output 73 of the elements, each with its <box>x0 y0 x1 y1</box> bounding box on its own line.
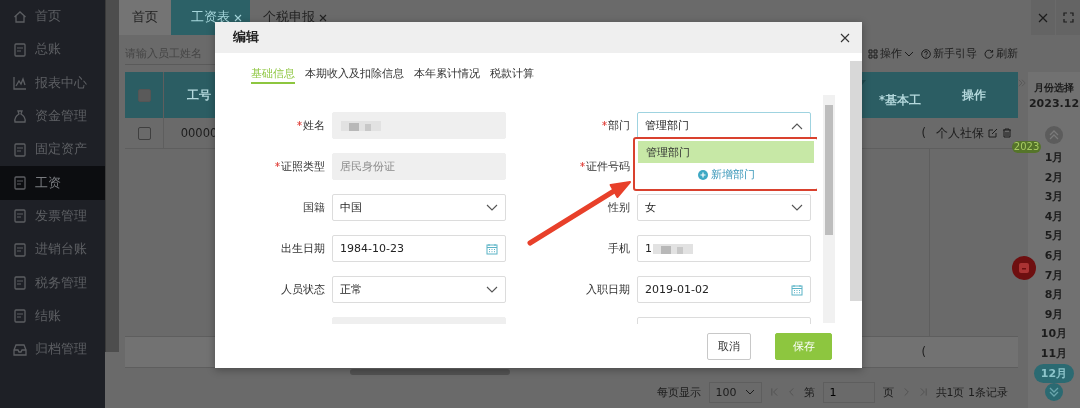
field-label: 证件号码 <box>586 159 630 174</box>
page-label: 第 <box>803 384 815 400</box>
tab[interactable]: 本年累计情况 <box>414 67 480 82</box>
page-input[interactable]: 1 <box>822 381 875 403</box>
field-label: 部门 <box>608 118 630 133</box>
sidebar-item[interactable]: 总账 <box>0 33 105 67</box>
sidebar-label: 首页 <box>35 8 61 26</box>
select-field[interactable]: 女 <box>637 194 811 221</box>
select-field[interactable]: 管理部门 <box>637 112 811 139</box>
sidebar-label: 总账 <box>35 41 61 59</box>
sidebar-item[interactable]: 工资 <box>0 166 105 200</box>
toolbar-button[interactable]: 操作 <box>868 46 914 61</box>
sidebar-item[interactable]: 资金管理 <box>0 99 105 134</box>
month-item[interactable]: 7月 <box>1037 265 1071 286</box>
month-item[interactable]: 2月 <box>1037 167 1071 188</box>
sidebar-item[interactable]: 报表中心 <box>0 66 105 100</box>
month-item[interactable]: 3月 <box>1037 187 1071 207</box>
sidebar-item[interactable]: 发票管理 <box>0 199 105 234</box>
sidebar-label: 资金管理 <box>35 108 87 126</box>
sidebar-label: 发票管理 <box>35 207 87 225</box>
sidebar-item[interactable]: 税务管理 <box>0 266 105 300</box>
toolbar-button[interactable]: 新手引导 <box>921 46 977 61</box>
select-field[interactable]: 中国 <box>332 194 506 221</box>
toolbar-button[interactable]: 刷新 <box>984 46 1018 61</box>
add-department-link[interactable]: 新增部门 <box>638 163 814 187</box>
field-label: 证照类型 <box>281 159 325 174</box>
select-field[interactable]: 正常 <box>332 276 506 303</box>
sidebar-item[interactable]: 结账 <box>0 299 105 333</box>
save-button[interactable]: 保存 <box>775 332 832 360</box>
cancel-button[interactable]: 取消 <box>707 332 751 360</box>
table-cell-text: ( <box>920 345 927 359</box>
page-summary: 共1页 1条记录 <box>935 384 1008 400</box>
tab[interactable]: 基础信息 <box>251 67 295 84</box>
month-item[interactable]: 8月 <box>1037 285 1071 305</box>
sidebar-item[interactable]: 首页 <box>0 0 105 34</box>
input-field[interactable]: 1 <box>637 235 811 262</box>
page-label: 页 <box>882 384 894 400</box>
sidebar-label: 固定资产 <box>35 141 87 159</box>
tab[interactable]: 本期收入及扣除信息 <box>305 67 404 82</box>
column-header: 操作 <box>961 87 987 103</box>
page-size-select[interactable]: 100 <box>708 381 762 403</box>
field-label: 姓名 <box>303 118 325 133</box>
year-badge: 2023 <box>1011 141 1042 153</box>
month-item[interactable]: 4月 <box>1037 206 1071 227</box>
page-size-label: 每页显示 <box>656 384 701 400</box>
column-header: *基本工 <box>878 93 922 109</box>
current-month: 2023.12 <box>1028 96 1080 112</box>
date-field[interactable]: 1984-10-23 <box>332 235 506 262</box>
tab[interactable]: 首页 <box>119 0 171 35</box>
field-label: 入职日期 <box>586 282 630 297</box>
table-cell-text: ( <box>920 126 927 140</box>
date-field[interactable]: 2019-01-02 <box>637 276 811 303</box>
tab[interactable]: 税款计算 <box>490 67 534 82</box>
sidebar-item[interactable]: 固定资产 <box>0 133 105 167</box>
field-label: 手机 <box>608 241 630 256</box>
sidebar-label: 工资 <box>35 174 61 192</box>
field-label: 人员状态 <box>281 282 325 297</box>
column-header: 工号 <box>186 87 212 103</box>
field-label: 出生日期 <box>281 241 325 256</box>
month-item[interactable]: 10月 <box>1033 324 1075 344</box>
month-item[interactable]: 12月 <box>1033 363 1075 384</box>
month-item[interactable]: 11月 <box>1033 343 1075 364</box>
month-item[interactable]: 6月 <box>1037 245 1071 266</box>
dropdown-option[interactable]: 管理部门 <box>638 141 814 163</box>
month-item[interactable]: 9月 <box>1037 304 1071 325</box>
month-panel-title: 月份选择 <box>1034 81 1074 95</box>
field-label: 国籍 <box>303 200 325 215</box>
sidebar-label: 税务管理 <box>35 274 87 292</box>
field-label: 性别 <box>608 200 630 215</box>
month-item[interactable]: 5月 <box>1037 226 1071 246</box>
sidebar-label: 报表中心 <box>35 74 87 92</box>
social-security-link[interactable]: 个人社保 <box>936 125 984 141</box>
sidebar-label: 结账 <box>35 307 61 325</box>
